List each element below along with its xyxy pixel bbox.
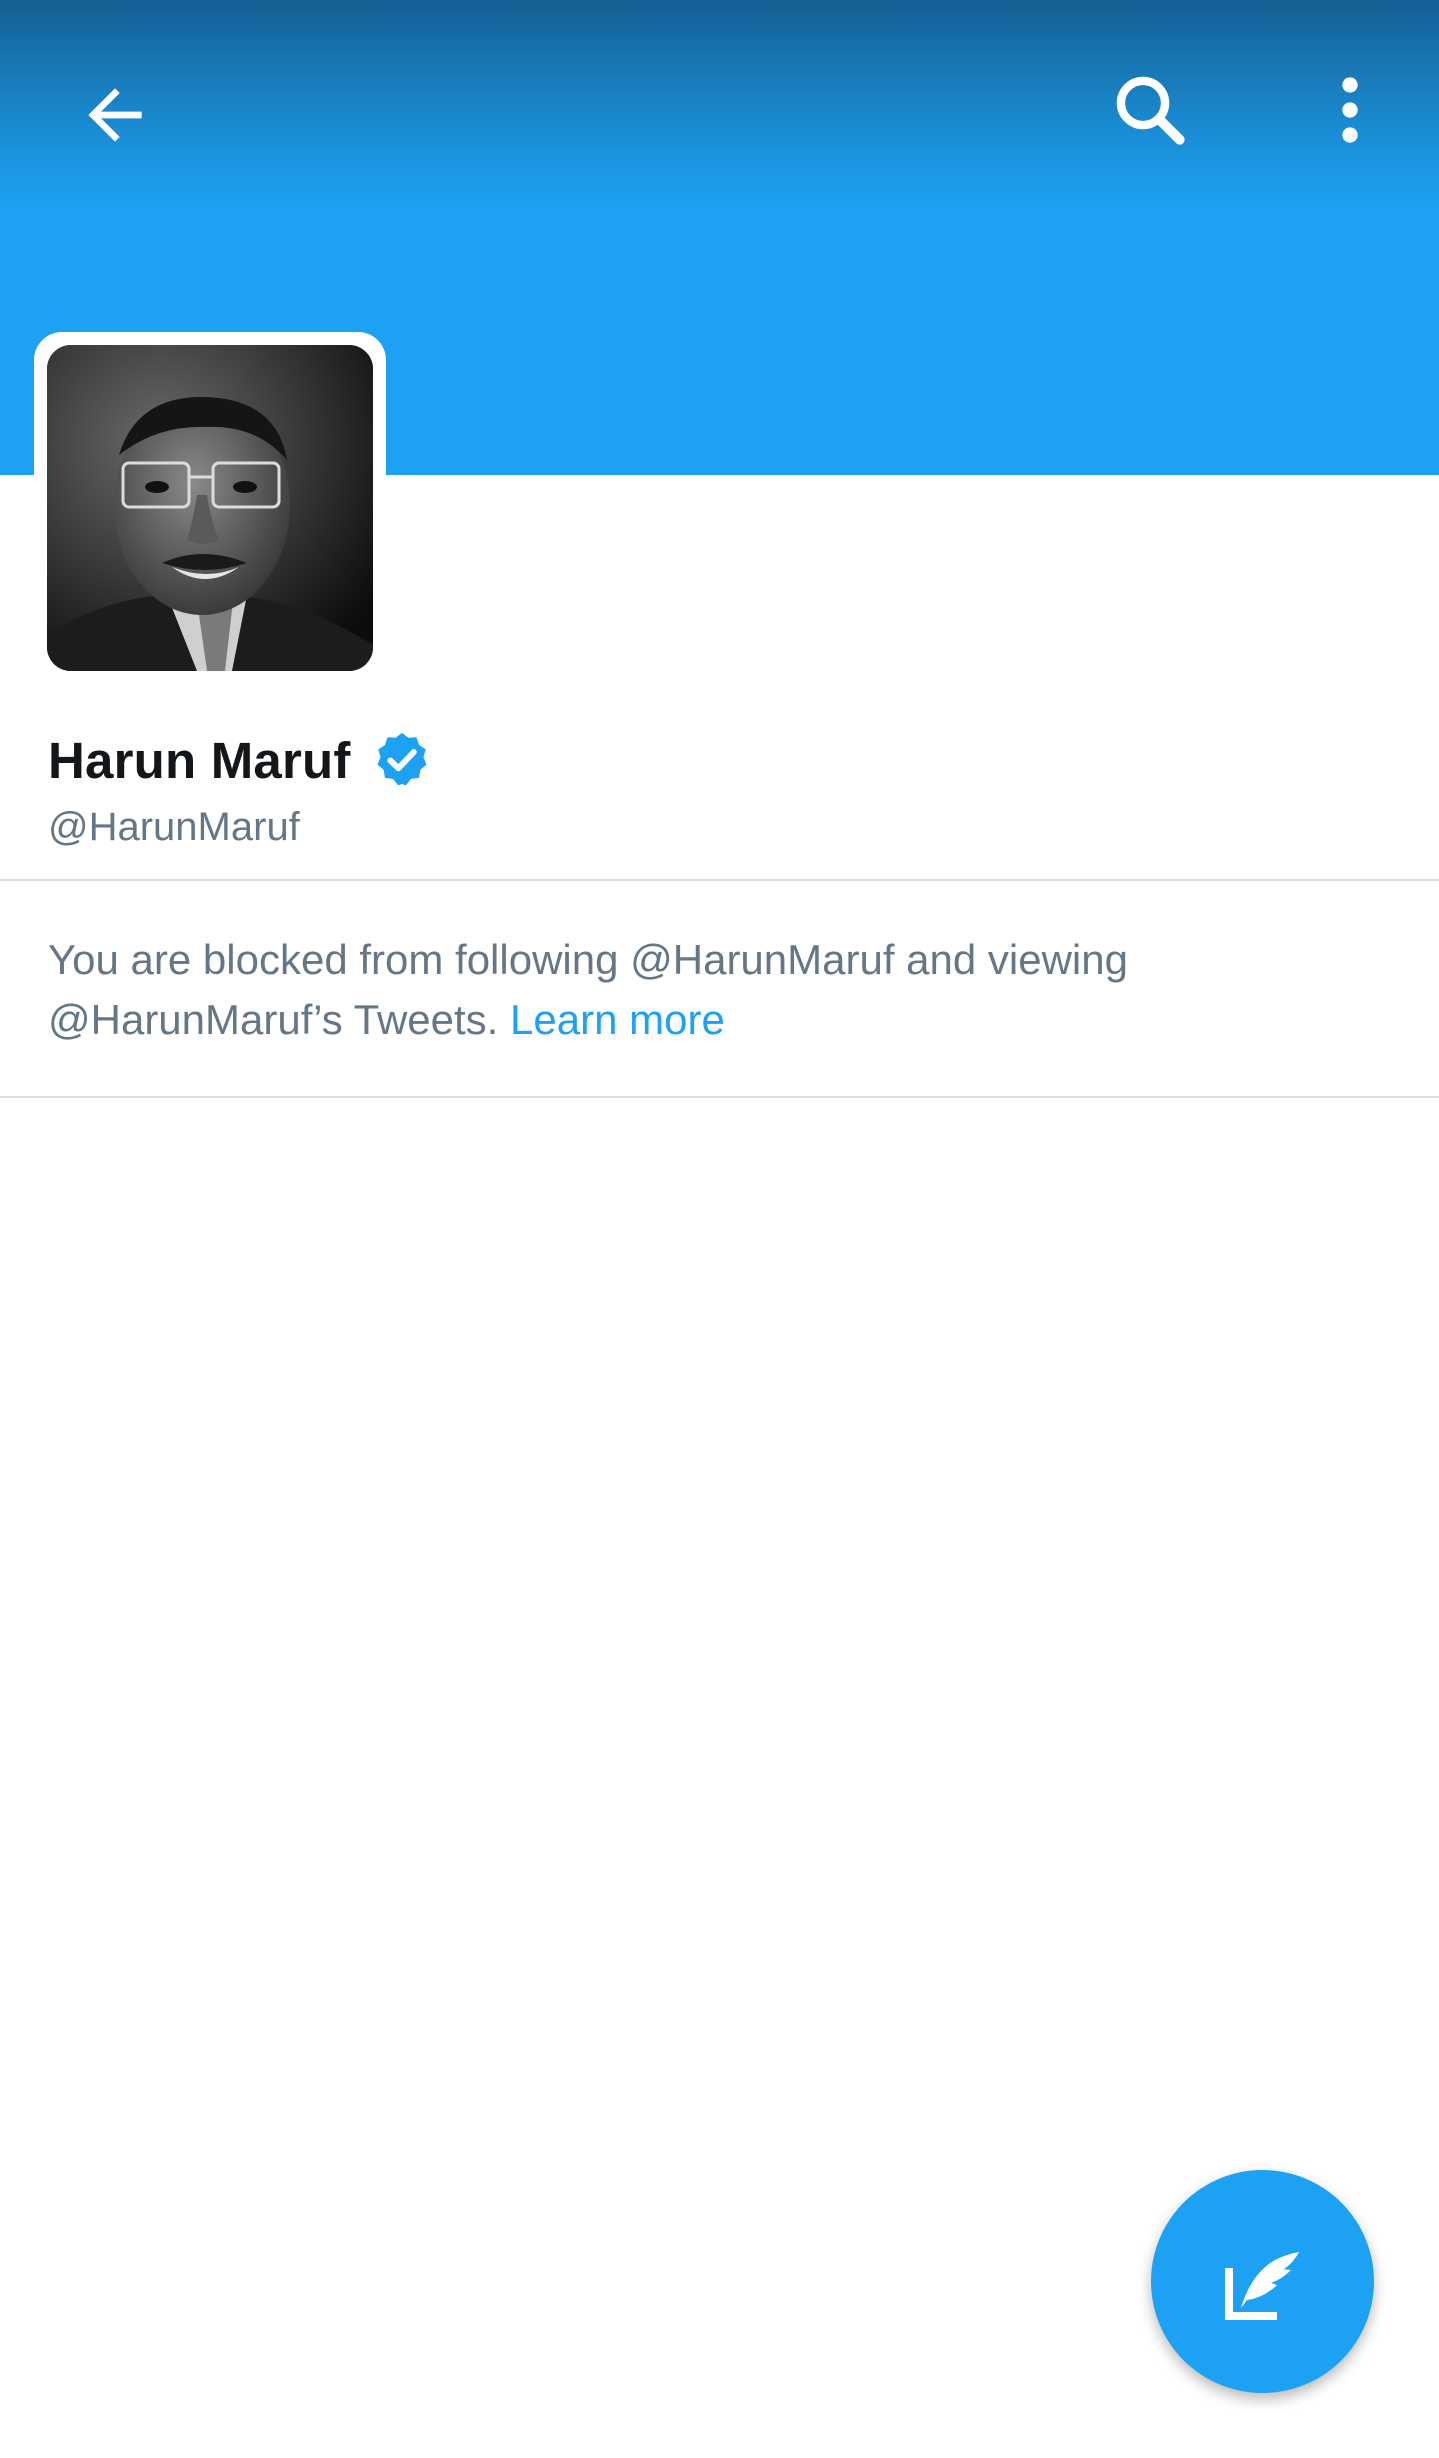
more-vertical-icon	[1342, 77, 1358, 143]
back-arrow-icon	[88, 88, 142, 142]
blocked-notice: You are blocked from following @HarunMar…	[48, 930, 1348, 1050]
profile-photo	[47, 345, 373, 671]
compose-tweet-icon	[1224, 2251, 1299, 2320]
display-name-row: Harun Maruf	[48, 720, 433, 800]
more-options-button[interactable]	[1295, 55, 1405, 165]
divider	[0, 879, 1439, 881]
divider	[0, 1096, 1439, 1098]
search-icon	[1116, 76, 1185, 145]
compose-tweet-button[interactable]	[1151, 2170, 1374, 2393]
verified-badge-icon	[377, 732, 427, 786]
avatar-frame	[34, 332, 386, 684]
learn-more-link[interactable]: Learn more	[510, 996, 725, 1043]
search-button[interactable]	[1095, 55, 1205, 165]
display-name: Harun Maruf	[48, 731, 351, 789]
back-button[interactable]	[60, 60, 170, 170]
avatar[interactable]	[47, 345, 373, 671]
profile-handle: @HarunMaruf	[48, 805, 300, 849]
